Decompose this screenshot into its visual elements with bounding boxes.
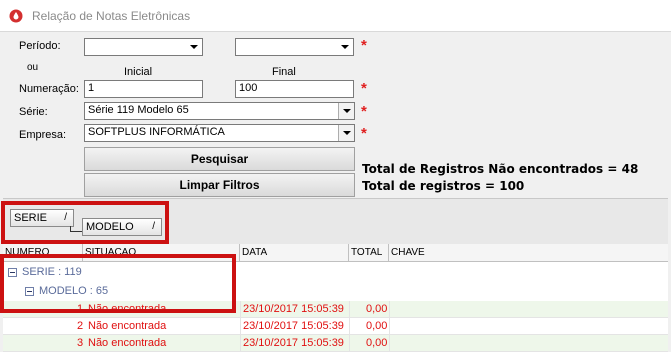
periodo-label: Período: — [19, 40, 61, 52]
cell-situacao: Não encontrada — [88, 320, 167, 332]
cell-divider — [349, 335, 350, 352]
cell-situacao: Não encontrada — [88, 337, 167, 349]
column-total[interactable]: TOTAL — [349, 244, 389, 262]
cell-data: 23/10/2017 15:05:39 — [243, 320, 344, 332]
highlight-box-grouping — [1, 201, 169, 244]
cell-divider — [389, 318, 390, 335]
serie-select[interactable]: Série 119 Modelo 65 — [84, 102, 355, 120]
chevron-down-icon — [190, 45, 198, 49]
chevron-down-icon — [343, 109, 351, 113]
cell-total: 0,00 — [366, 337, 388, 349]
cell-total: 0,00 — [366, 303, 388, 315]
chevron-down-icon — [343, 131, 351, 135]
pesquisar-button[interactable]: Pesquisar — [84, 147, 355, 171]
column-data[interactable]: DATA — [240, 244, 349, 262]
highlight-box-groups — [0, 254, 236, 313]
table-row[interactable]: 3 Não encontrada 23/10/2017 15:05:39 0,0… — [3, 335, 668, 352]
empresa-select[interactable]: SOFTPLUS INFORMÁTICA — [84, 124, 355, 142]
serie-label: Série: — [19, 106, 48, 118]
cell-data: 23/10/2017 15:05:39 — [243, 303, 344, 315]
final-label: Final — [272, 66, 296, 78]
required-mark: * — [361, 37, 367, 54]
empresa-selected-value: SOFTPLUS INFORMÁTICA — [88, 126, 225, 138]
app-drop-icon — [9, 9, 23, 23]
cell-divider — [389, 301, 390, 318]
dropdown-button[interactable] — [338, 125, 354, 141]
cell-divider — [240, 335, 241, 352]
ou-label: ou — [27, 62, 39, 73]
required-mark: * — [361, 80, 367, 97]
cell-numero: 2 — [77, 320, 84, 332]
column-chave[interactable]: CHAVE — [389, 244, 668, 262]
required-mark: * — [361, 125, 367, 142]
total-registros-count: Total de registros = 100 — [362, 179, 525, 193]
periodo-final-select[interactable] — [235, 38, 354, 56]
dropdown-button[interactable] — [338, 103, 354, 119]
required-mark: * — [361, 103, 367, 120]
cell-data: 23/10/2017 15:05:39 — [243, 337, 344, 349]
nao-encontrados-count: Total de Registros Não encontrados = 48 — [362, 162, 639, 176]
title-bar: Relação de Notas Eletrônicas — [0, 0, 671, 32]
cell-divider — [389, 335, 390, 352]
serie-selected-value: Série 119 Modelo 65 — [88, 104, 189, 116]
cell-numero: 3 — [77, 337, 84, 349]
numeracao-label: Numeração: — [19, 83, 79, 95]
empresa-label: Empresa: — [19, 129, 67, 141]
cell-divider — [240, 318, 241, 335]
chevron-down-icon — [341, 45, 349, 49]
cell-total: 0,00 — [366, 320, 388, 332]
cell-divider — [349, 318, 350, 335]
numeracao-inicial-input[interactable]: 1 — [84, 80, 203, 98]
numeracao-final-input[interactable]: 100 — [235, 80, 354, 98]
inicial-label: Inicial — [124, 66, 153, 78]
window-title: Relação de Notas Eletrônicas — [32, 9, 191, 23]
limpar-filtros-button[interactable]: Limpar Filtros — [84, 173, 355, 197]
cell-divider — [349, 301, 350, 318]
table-row[interactable]: 2 Não encontrada 23/10/2017 15:05:39 0,0… — [3, 318, 668, 335]
periodo-inicial-select[interactable] — [84, 38, 203, 56]
cell-divider — [240, 301, 241, 318]
